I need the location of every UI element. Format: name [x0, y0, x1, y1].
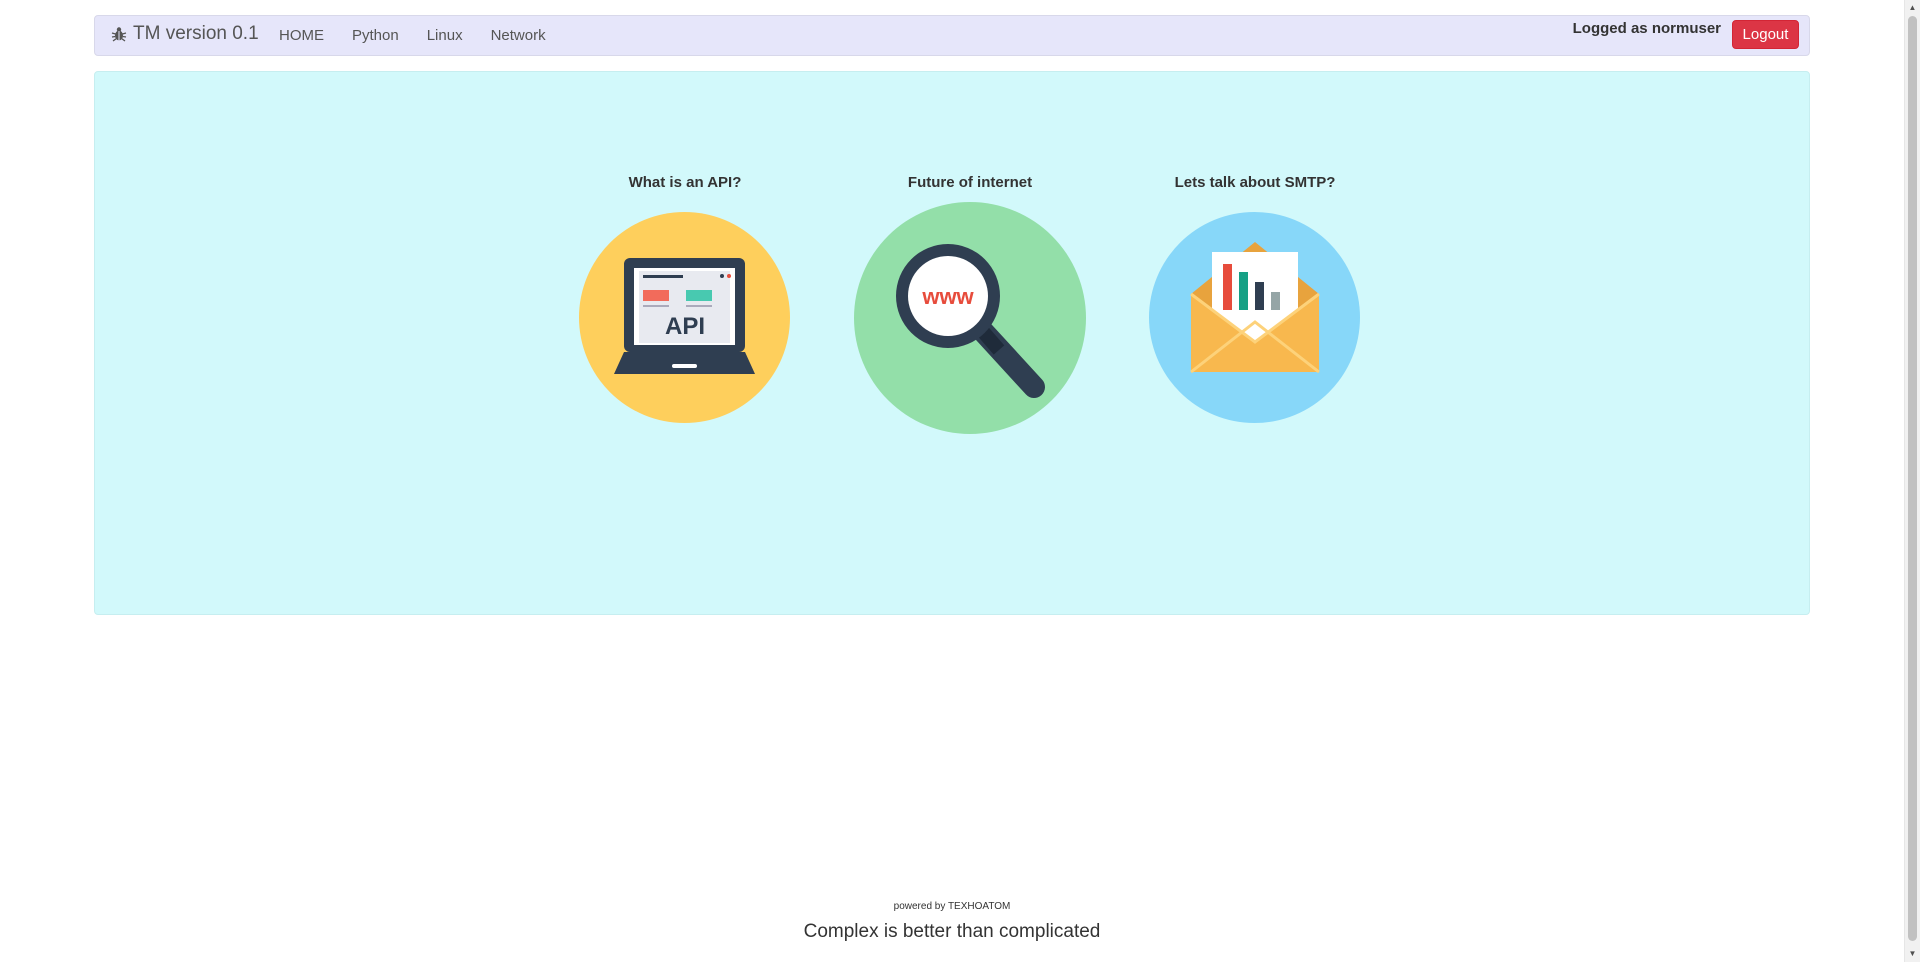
brand-title: TM version 0.1	[133, 23, 259, 44]
envelope-chart-icon	[1190, 242, 1320, 374]
nav-link-network[interactable]: Network	[477, 16, 560, 55]
top-navbar: TM version 0.1 HOME Python Linux Network…	[94, 15, 1810, 56]
logout-button[interactable]: Logout	[1732, 20, 1799, 49]
footer-powered-by: powered by TEXHOATOM	[893, 901, 1011, 912]
magnifier-www-icon: www	[896, 244, 1045, 398]
api-icon-text: API	[665, 313, 705, 340]
internet-card-image[interactable]: www	[854, 202, 1086, 434]
scroll-down-icon[interactable]: ▼	[1905, 946, 1920, 962]
www-icon-text: www	[921, 284, 974, 309]
api-card-image[interactable]: API	[579, 212, 790, 423]
nav-links: HOME Python Linux Network	[265, 16, 560, 55]
nav-link-home[interactable]: HOME	[265, 16, 338, 55]
scroll-thumb[interactable]	[1908, 16, 1917, 941]
card-title: What is an API?	[628, 174, 742, 191]
logged-user-label: Logged as normuser	[1572, 20, 1721, 37]
footer-tagline: Complex is better than complicated	[803, 921, 1101, 942]
bug-icon	[111, 27, 127, 42]
card-title: Lets talk about SMTP?	[1174, 174, 1336, 191]
scroll-up-icon[interactable]: ▲	[1905, 0, 1920, 16]
main-jumbotron: What is an API? API Future of internet w…	[94, 71, 1810, 615]
laptop-api-icon: API	[614, 258, 755, 374]
card-title: Future of internet	[907, 174, 1033, 191]
nav-link-python[interactable]: Python	[338, 16, 413, 55]
smtp-card-image[interactable]	[1149, 212, 1360, 423]
nav-link-linux[interactable]: Linux	[413, 16, 477, 55]
brand-link[interactable]: TM version 0.1	[111, 23, 259, 45]
vertical-scrollbar[interactable]: ▲ ▼	[1904, 0, 1920, 962]
